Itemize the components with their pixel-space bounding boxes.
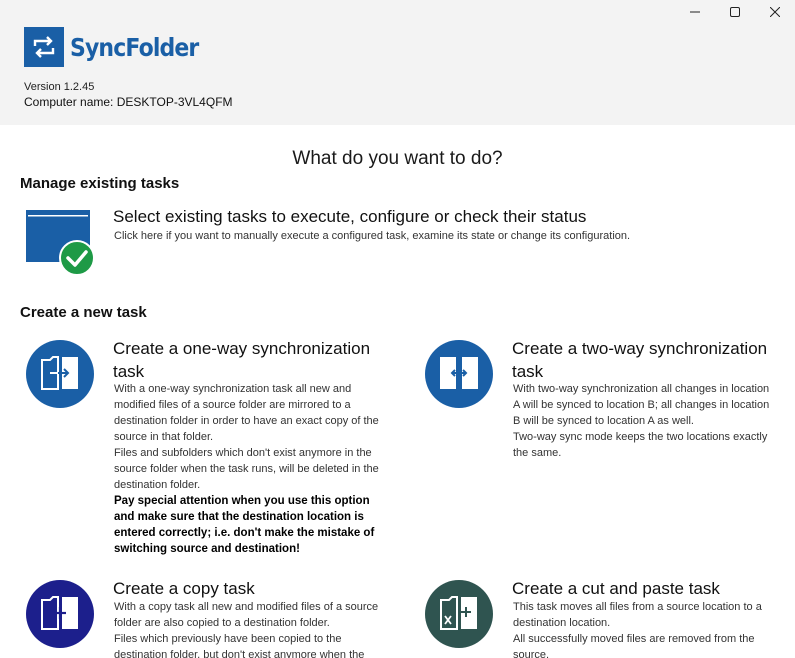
task-list-icon xyxy=(26,210,95,276)
window-controls xyxy=(675,0,795,24)
maximize-icon[interactable] xyxy=(715,0,755,24)
two-way-sync-paragraph: Two-way sync mode keeps the two location… xyxy=(513,431,768,459)
cut-paste-task-description: This task moves all files from a source … xyxy=(513,599,775,658)
copy-task-icon xyxy=(26,580,94,648)
minimize-icon[interactable] xyxy=(675,0,715,24)
two-way-sync-title: Create a two-way synchronization task xyxy=(512,339,768,381)
app-logo: SyncFolder xyxy=(24,27,216,67)
cut-paste-task-icon xyxy=(425,580,493,648)
two-way-sync-paragraph: With two-way synchronization all changes… xyxy=(513,383,770,427)
copy-task-paragraph: With a copy task all new and modified fi… xyxy=(114,601,379,629)
one-way-sync-paragraph: With a one-way synchronization task all … xyxy=(114,383,379,443)
sync-logo-icon xyxy=(24,27,64,67)
two-way-sync-icon xyxy=(425,340,493,408)
app-header: SyncFolder Version 1.2.45 Computer name:… xyxy=(0,0,795,125)
manage-option-description: Click here if you want to manually execu… xyxy=(114,230,631,242)
copy-task-title: Create a copy task xyxy=(113,579,255,598)
create-section-title: Create a new task xyxy=(20,304,147,321)
two-way-sync-description: With two-way synchronization all changes… xyxy=(513,381,775,461)
manage-section-title: Manage existing tasks xyxy=(20,175,180,192)
one-way-sync-paragraph: Files and subfolders which don't exist a… xyxy=(114,447,379,491)
manage-option-title: Select existing tasks to execute, config… xyxy=(113,207,587,226)
one-way-sync-warning: Pay special attention when you use this … xyxy=(114,495,375,555)
one-way-sync-icon xyxy=(26,340,94,408)
one-way-sync-title: Create a one-way synchronization task xyxy=(113,339,371,381)
version-label: Version 1.2.45 xyxy=(24,81,95,93)
page-title: What do you want to do? xyxy=(292,148,503,169)
cut-paste-task-paragraph: All successfully moved files are removed… xyxy=(513,633,755,658)
computer-name-label: Computer name: DESKTOP-3VL4QFM xyxy=(24,95,233,109)
cut-paste-task-title: Create a cut and paste task xyxy=(512,579,720,598)
close-icon[interactable] xyxy=(755,0,795,24)
copy-task-description: With a copy task all new and modified fi… xyxy=(114,599,379,658)
one-way-sync-description: With a one-way synchronization task all … xyxy=(114,381,379,557)
cut-paste-task-paragraph: This task moves all files from a source … xyxy=(513,601,762,629)
app-name: SyncFolder xyxy=(70,32,199,62)
copy-task-paragraph: Files which previously have been copied … xyxy=(114,633,365,658)
